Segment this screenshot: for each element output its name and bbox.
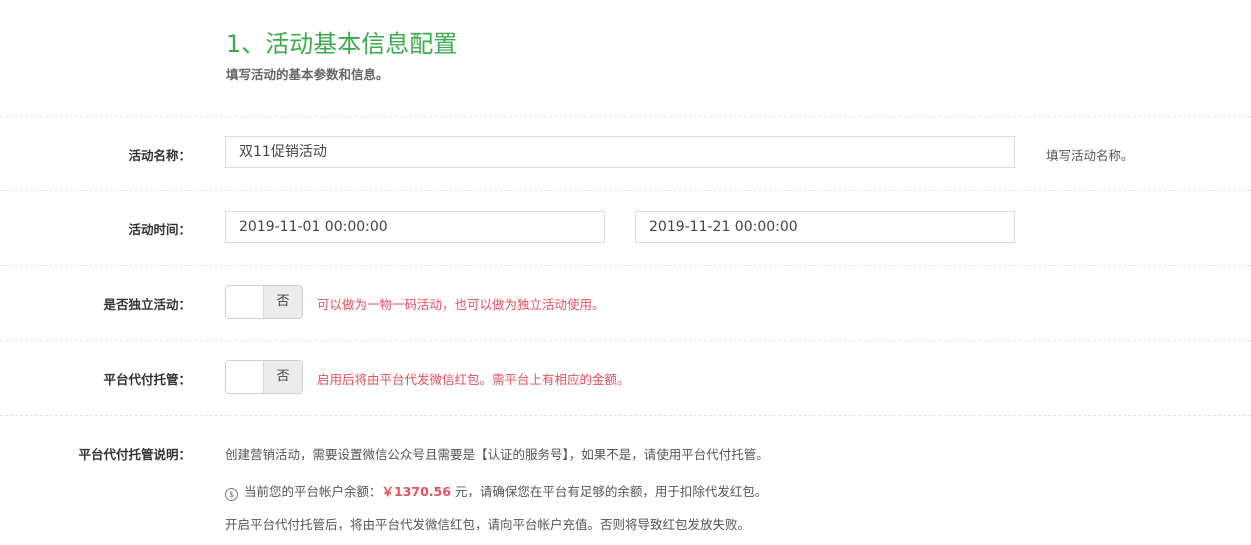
activity-time-label: 活动时间： (128, 222, 191, 237)
activity-name-row: 活动名称： 双11促销活动 填写活动名称。 (0, 116, 1251, 190)
independent-activity-row: 是否独立活动： 否 可以做为一物一码活动，也可以做为独立活动使用。 (0, 265, 1251, 340)
end-time-input[interactable]: 2019-11-21 00:00:00 (635, 211, 1015, 243)
balance-amount: ￥1370.56 (381, 484, 451, 499)
activity-name-help: 填写活动名称。 (1046, 148, 1134, 163)
page-title: 1、活动基本信息配置 (226, 30, 458, 58)
platform-hosting-note: 启用后将由平台代发微信红包。需平台上有相应的金额。 (317, 372, 630, 387)
hosting-description-line3: 开启平台代付托管后，将由平台代发微信红包，请向平台帐户充值。否则将导致红包发放失… (225, 517, 751, 532)
activity-name-input[interactable]: 双11促销活动 (225, 136, 1015, 168)
activity-time-row: 活动时间： 2019-11-01 00:00:00 2019-11-21 00:… (0, 190, 1251, 265)
toggle-off-label: 否 (263, 361, 302, 393)
toggle-knob (226, 361, 264, 393)
balance-prefix: 当前您的平台帐户余额： (244, 484, 382, 499)
platform-hosting-toggle[interactable]: 否 (225, 360, 303, 394)
yuan-coin-icon: $ (225, 488, 238, 501)
balance-suffix: 元，请确保您在平台有足够的余额，用于扣除代发红包。 (450, 484, 768, 499)
platform-hosting-label: 平台代付托管： (103, 372, 191, 387)
hosting-description-label: 平台代付托管说明： (78, 447, 191, 462)
independent-activity-toggle[interactable]: 否 (225, 285, 303, 319)
section-header: 1、活动基本信息配置 填写活动的基本参数和信息。 (0, 0, 1251, 116)
hosting-description-line1: 创建营销活动，需要设置微信公众号且需要是【认证的服务号】，如果不是，请使用平台代… (225, 447, 769, 462)
independent-activity-label: 是否独立活动： (103, 297, 191, 312)
hosting-description-line2: $ 当前您的平台帐户余额：￥1370.56 元，请确保您在平台有足够的余额，用于扣… (225, 481, 767, 501)
toggle-knob (226, 286, 264, 318)
start-time-input[interactable]: 2019-11-01 00:00:00 (225, 211, 605, 243)
page-subtitle: 填写活动的基本参数和信息。 (226, 67, 389, 82)
toggle-off-label: 否 (263, 286, 302, 318)
hosting-description-row: 平台代付托管说明： 创建营销活动，需要设置微信公众号且需要是【认证的服务号】，如… (0, 415, 1251, 545)
independent-activity-note: 可以做为一物一码活动，也可以做为独立活动使用。 (317, 297, 605, 312)
activity-name-label: 活动名称： (128, 148, 191, 163)
platform-hosting-row: 平台代付托管： 否 启用后将由平台代发微信红包。需平台上有相应的金额。 (0, 340, 1251, 415)
